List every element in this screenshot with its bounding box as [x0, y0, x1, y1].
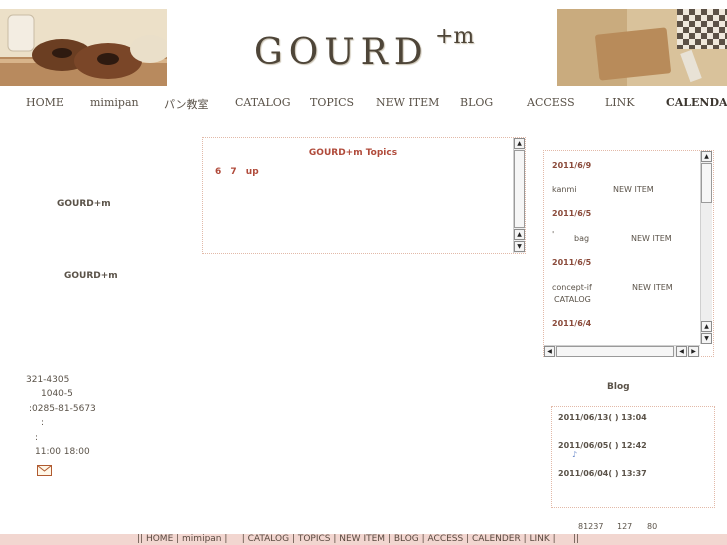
scroll-down-icon[interactable]: ▲: [514, 229, 525, 240]
logo-superscript: +m: [435, 24, 475, 49]
topics-scrollbar[interactable]: ▲ ▲ ▼: [513, 138, 525, 253]
blog-entry[interactable]: 2011/06/04( ) 13:37: [558, 469, 647, 478]
nav-topics[interactable]: TOPICS: [310, 96, 354, 109]
news-date: 2011/6/5: [552, 258, 592, 267]
nav-link[interactable]: LINK: [605, 96, 635, 109]
footer-link-calender[interactable]: CALENDER: [472, 534, 521, 544]
site-logo[interactable]: GOURD +m: [230, 22, 520, 77]
scroll-down-icon[interactable]: ▼: [514, 241, 525, 252]
news-item-tag[interactable]: NEW ITEM: [631, 234, 672, 243]
news-horizontal-scrollbar[interactable]: ◀ ◀ ▶: [544, 345, 700, 357]
footer-bar: || HOME | mimipan | | CATALOG | TOPICS |…: [0, 534, 727, 545]
scroll-thumb[interactable]: [514, 150, 525, 228]
footer-link-mimipan[interactable]: mimipan: [182, 534, 221, 544]
nav-calendar[interactable]: CALENDAR: [666, 96, 727, 109]
header-photo-fabric: [557, 9, 727, 86]
blog-heading: Blog: [607, 382, 630, 392]
holiday-label: :: [35, 433, 39, 443]
scroll-thumb[interactable]: [701, 163, 712, 203]
scroll-up-icon[interactable]: ▲: [701, 151, 712, 162]
shop-name-2: GOURD+m: [64, 271, 118, 281]
telephone: :0285-81-5673: [29, 404, 96, 414]
nav-bread-class[interactable]: パン教室: [164, 96, 209, 112]
blog-note-icon: ♪: [572, 450, 578, 459]
header-photo-donuts: [0, 9, 167, 86]
news-item-name[interactable]: concept-if: [552, 283, 592, 292]
footer-separator: ||: [137, 534, 144, 544]
footer-separator: ||: [572, 534, 579, 544]
mail-icon[interactable]: [37, 461, 52, 476]
footer-links: || HOME | mimipan | | CATALOG | TOPICS |…: [137, 534, 579, 544]
nav-mimipan[interactable]: mimipan: [90, 96, 139, 109]
footer-link-home[interactable]: HOME: [146, 534, 173, 544]
nav-catalog[interactable]: CATALOG: [235, 96, 291, 109]
news-panel: 2011/6/9 kanmi NEW ITEM 2011/6/5 ' bag N…: [543, 150, 714, 357]
nav-access[interactable]: ACCESS: [527, 96, 575, 109]
news-date: 2011/6/5: [552, 209, 592, 218]
nav-home[interactable]: HOME: [26, 96, 64, 109]
address: 1040-5: [41, 389, 73, 399]
news-item-tag[interactable]: NEW ITEM: [613, 185, 654, 194]
footer-link-new-item[interactable]: NEW ITEM: [339, 534, 385, 544]
scroll-right-icon[interactable]: ▶: [688, 346, 699, 357]
news-item-name[interactable]: kanmi: [552, 185, 576, 194]
blog-panel: 2011/06/13( ) 13:04 2011/06/05( ) 12:42 …: [551, 406, 715, 508]
nav-new-item[interactable]: NEW ITEM: [376, 96, 439, 109]
postal-code: 321-4305: [26, 375, 70, 385]
counter-yesterday: 80: [647, 522, 658, 531]
footer-link-access[interactable]: ACCESS: [428, 534, 464, 544]
topics-entry[interactable]: 6 7 up: [215, 167, 259, 177]
scroll-down-icon[interactable]: ▼: [701, 333, 712, 344]
logo-text: GOURD: [254, 32, 429, 73]
business-hours: 11:00 18:00: [35, 447, 90, 457]
fax-label: :: [41, 418, 45, 428]
counter-today: 127: [617, 522, 633, 531]
counter-total: 81237: [578, 522, 604, 531]
scroll-left-icon[interactable]: ◀: [544, 346, 555, 357]
scroll-left-icon[interactable]: ◀: [676, 346, 687, 357]
news-item-tag[interactable]: CATALOG: [554, 295, 591, 304]
scroll-up-icon[interactable]: ▲: [514, 138, 525, 149]
news-date: 2011/6/4: [552, 319, 592, 328]
news-item-name[interactable]: bag: [574, 234, 589, 243]
news-item-tag[interactable]: NEW ITEM: [632, 283, 673, 292]
footer-link-link[interactable]: LINK: [530, 534, 550, 544]
topics-panel: GOURD+m Topics 6 7 up ▲ ▲ ▼: [202, 137, 526, 254]
blog-entry[interactable]: 2011/06/13( ) 13:04: [558, 413, 647, 422]
blog-entry[interactable]: 2011/06/05( ) 12:42: [558, 441, 647, 450]
footer-link-catalog[interactable]: CATALOG: [248, 534, 289, 544]
scroll-up-icon[interactable]: ▲: [701, 321, 712, 332]
topics-title: GOURD+m Topics: [308, 148, 398, 158]
news-vertical-scrollbar[interactable]: ▲ ▲ ▼: [700, 151, 712, 344]
nav-blog[interactable]: BLOG: [460, 96, 493, 109]
news-tick: ': [552, 230, 555, 239]
footer-link-blog[interactable]: BLOG: [394, 534, 419, 544]
main-nav: HOME mimipan パン教室 CATALOG TOPICS NEW ITE…: [0, 92, 727, 114]
footer-link-topics[interactable]: TOPICS: [298, 534, 331, 544]
shop-name-1: GOURD+m: [57, 199, 111, 209]
scroll-thumb[interactable]: [556, 346, 674, 357]
news-date: 2011/6/9: [552, 161, 592, 170]
